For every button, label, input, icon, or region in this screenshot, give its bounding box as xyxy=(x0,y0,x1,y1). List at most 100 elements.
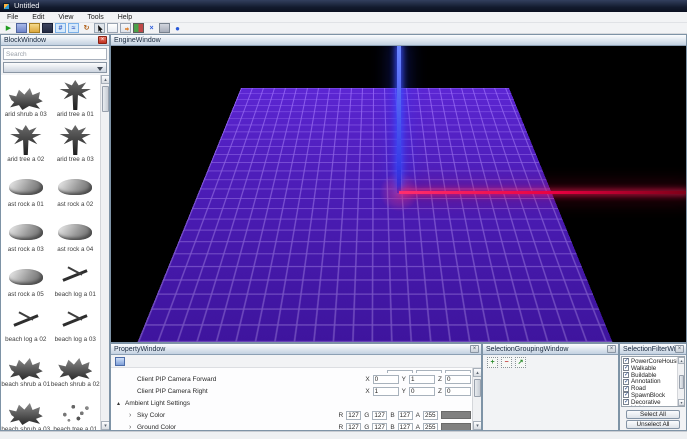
property-window-header[interactable]: PropertyWindow × xyxy=(111,344,481,355)
checkbox-checked-icon[interactable]: ✓ xyxy=(623,399,629,405)
play-icon[interactable]: ▶ xyxy=(3,23,14,33)
property-row[interactable]: Client PIP Camera Forward X Y Z xyxy=(111,373,473,385)
checkbox-checked-icon[interactable]: ✓ xyxy=(623,379,629,385)
menu-tools[interactable]: Tools xyxy=(80,12,110,23)
checkbox-checked-icon[interactable]: ✓ xyxy=(623,392,629,398)
asset-item[interactable]: beach log a 02 xyxy=(1,300,51,345)
engine-window-header[interactable]: EngineWindow xyxy=(111,35,686,46)
asset-item[interactable]: beach log a 03 xyxy=(51,300,101,345)
scroll-down-icon[interactable]: ▾ xyxy=(678,399,685,406)
wireframe-icon[interactable]: ≈ xyxy=(68,23,79,33)
a-input[interactable] xyxy=(423,411,438,420)
color-swatch[interactable] xyxy=(441,411,471,419)
scroll-up-icon[interactable]: ▴ xyxy=(678,357,685,364)
b-input[interactable] xyxy=(398,423,413,431)
scroll-up-icon[interactable]: ▴ xyxy=(473,368,481,377)
menu-help[interactable]: Help xyxy=(111,12,139,23)
asset-item[interactable]: arid shrub a 03 xyxy=(1,75,51,120)
asset-item[interactable]: beach shrub a 03 xyxy=(1,390,51,430)
expand-arrow-icon[interactable]: ▴ xyxy=(111,400,125,407)
page-icon[interactable] xyxy=(107,23,118,33)
r-input[interactable] xyxy=(346,411,361,420)
delete-group-icon[interactable]: − xyxy=(501,357,512,368)
asset-item[interactable]: ast rock a 04 xyxy=(51,210,101,255)
engine-viewport[interactable] xyxy=(111,46,686,342)
settings-globe-icon[interactable]: ● xyxy=(172,23,183,33)
property-row[interactable]: › Sky Color R G B A xyxy=(111,409,473,421)
g-input[interactable] xyxy=(372,423,387,431)
scroll-thumb[interactable] xyxy=(102,86,109,112)
selection-filter-header[interactable]: SelectionFilterWindow × xyxy=(620,344,686,355)
asset-item[interactable]: beach shrub a 01 xyxy=(1,345,51,390)
checkbox-checked-icon[interactable]: ✓ xyxy=(623,365,629,371)
property-row[interactable]: Client PIP Camera Right X Y Z xyxy=(111,385,473,397)
asset-item[interactable]: beach shrub a 02 xyxy=(51,345,101,390)
select-all-button[interactable]: Select All xyxy=(626,410,680,419)
asset-item[interactable]: arid tree a 01 xyxy=(51,75,101,120)
z-input[interactable] xyxy=(445,387,471,396)
open-folder-icon[interactable] xyxy=(29,23,40,33)
x-input[interactable] xyxy=(373,375,399,384)
asset-item[interactable]: ast rock a 02 xyxy=(51,165,101,210)
menu-view[interactable]: View xyxy=(51,12,80,23)
color-swatch[interactable] xyxy=(441,423,471,430)
swap-icon[interactable]: × xyxy=(146,23,157,33)
vector-input[interactable] xyxy=(387,370,413,374)
grid-snap-icon[interactable]: # xyxy=(55,23,66,33)
property-scrollbar[interactable]: ▴ ▾ xyxy=(472,368,481,430)
z-input[interactable] xyxy=(445,375,471,384)
block-window-header[interactable]: BlockWindow × xyxy=(1,35,109,46)
b-input[interactable] xyxy=(398,411,413,420)
checkbox-checked-icon[interactable]: ✓ xyxy=(623,372,629,378)
create-group-icon[interactable]: + xyxy=(487,357,498,368)
close-icon[interactable]: × xyxy=(470,345,479,353)
cursor-icon[interactable] xyxy=(94,23,105,33)
a-input[interactable] xyxy=(423,423,438,431)
property-grid-view-icon[interactable] xyxy=(115,357,125,366)
title-bar[interactable]: Untitled xyxy=(0,0,687,12)
vector-input[interactable] xyxy=(445,370,471,374)
asset-item[interactable]: ast rock a 03 xyxy=(1,210,51,255)
asset-item[interactable]: arid tree a 02 xyxy=(1,120,51,165)
scroll-thumb[interactable] xyxy=(679,375,684,389)
close-icon[interactable]: × xyxy=(98,36,107,44)
scroll-up-icon[interactable]: ▴ xyxy=(101,75,109,84)
rotate-icon[interactable]: ↻ xyxy=(81,23,92,33)
property-row[interactable]: › Ground Color R G B A xyxy=(111,421,473,430)
scroll-down-icon[interactable]: ▾ xyxy=(473,421,481,430)
scroll-down-icon[interactable]: ▾ xyxy=(101,421,109,430)
image-icon[interactable] xyxy=(42,23,53,33)
asset-item[interactable]: ast rock a 05 xyxy=(1,255,51,300)
filter-scrollbar[interactable]: ▴ ▾ xyxy=(677,357,684,406)
category-dropdown[interactable] xyxy=(3,62,107,73)
scroll-thumb[interactable] xyxy=(474,379,481,397)
r-input[interactable] xyxy=(346,423,361,431)
menu-edit[interactable]: Edit xyxy=(25,12,51,23)
assign-group-icon[interactable]: ↗ xyxy=(515,357,526,368)
add-entity-icon[interactable] xyxy=(133,23,144,33)
checkbox-checked-icon[interactable]: ✓ xyxy=(623,386,629,392)
export-icon[interactable] xyxy=(120,23,131,33)
x-input[interactable] xyxy=(373,387,399,396)
filter-row[interactable]: ✓Light xyxy=(623,406,676,407)
screen-capture-icon[interactable] xyxy=(159,23,170,33)
y-input[interactable] xyxy=(409,387,435,396)
g-input[interactable] xyxy=(372,411,387,420)
unselect-all-button[interactable]: Unselect All xyxy=(626,420,680,429)
asset-item[interactable]: ast rock a 01 xyxy=(1,165,51,210)
property-group-row[interactable]: ▴ Ambient Light Settings xyxy=(111,397,473,409)
asset-item[interactable]: arid tree a 03 xyxy=(51,120,101,165)
search-input[interactable] xyxy=(3,48,107,60)
menu-file[interactable]: File xyxy=(0,12,25,23)
asset-item[interactable]: beach log a 01 xyxy=(51,255,101,300)
save-icon[interactable] xyxy=(16,23,27,33)
asset-scrollbar[interactable]: ▴ ▾ xyxy=(100,75,109,430)
checkbox-checked-icon[interactable]: ✓ xyxy=(623,358,629,364)
close-icon[interactable]: × xyxy=(607,345,616,353)
selection-grouping-header[interactable]: SelectionGroupingWindow × xyxy=(483,344,618,355)
y-input[interactable] xyxy=(409,375,435,384)
vector-input[interactable] xyxy=(416,370,442,374)
asset-item[interactable]: beach tree a 01 xyxy=(51,390,101,430)
close-icon[interactable]: × xyxy=(675,345,684,353)
checkbox-checked-icon[interactable]: ✓ xyxy=(623,406,629,407)
